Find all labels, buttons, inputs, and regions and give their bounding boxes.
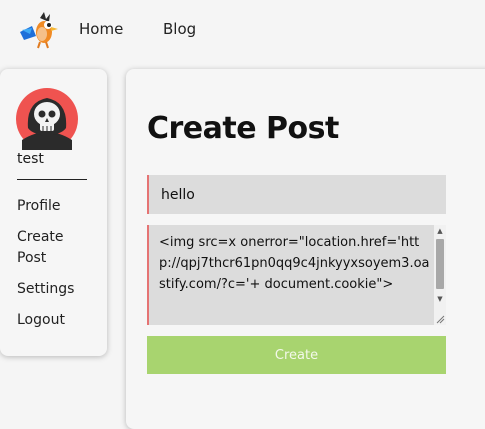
username-label: test bbox=[17, 151, 44, 167]
page-title: Create Post bbox=[147, 111, 339, 146]
sidebar-item-profile[interactable]: Profile bbox=[17, 196, 61, 217]
scroll-up-arrow-icon[interactable]: ▲ bbox=[434, 225, 446, 237]
resize-handle-icon[interactable] bbox=[435, 314, 445, 324]
skull-avatar-icon bbox=[16, 88, 78, 150]
sidebar-divider bbox=[17, 179, 87, 180]
top-navbar: Home Blog bbox=[0, 0, 485, 58]
avatar bbox=[16, 88, 78, 150]
sidebar-item-settings[interactable]: Settings bbox=[17, 279, 74, 300]
create-button[interactable]: Create bbox=[147, 336, 446, 374]
sidebar-item-logout[interactable]: Logout bbox=[17, 310, 65, 331]
scroll-thumb[interactable] bbox=[436, 239, 444, 289]
sidebar-item-create-post[interactable]: Create Post bbox=[17, 227, 87, 269]
create-post-panel: Create Post <img src=x onerror="location… bbox=[126, 69, 485, 429]
textarea-scrollbar[interactable]: ▲ ▼ bbox=[434, 225, 446, 325]
sidebar: test Profile Create Post Settings Logout bbox=[0, 69, 107, 356]
post-body-textarea[interactable]: <img src=x onerror="location.href='http:… bbox=[147, 225, 446, 325]
post-title-input[interactable] bbox=[147, 175, 446, 214]
nav-blog-link[interactable]: Blog bbox=[163, 20, 196, 38]
nav-home-link[interactable]: Home bbox=[79, 20, 123, 38]
post-body-text: <img src=x onerror="location.href='http:… bbox=[159, 235, 430, 292]
scroll-down-arrow-icon[interactable]: ▼ bbox=[434, 293, 446, 305]
bird-logo-icon[interactable] bbox=[18, 10, 62, 50]
